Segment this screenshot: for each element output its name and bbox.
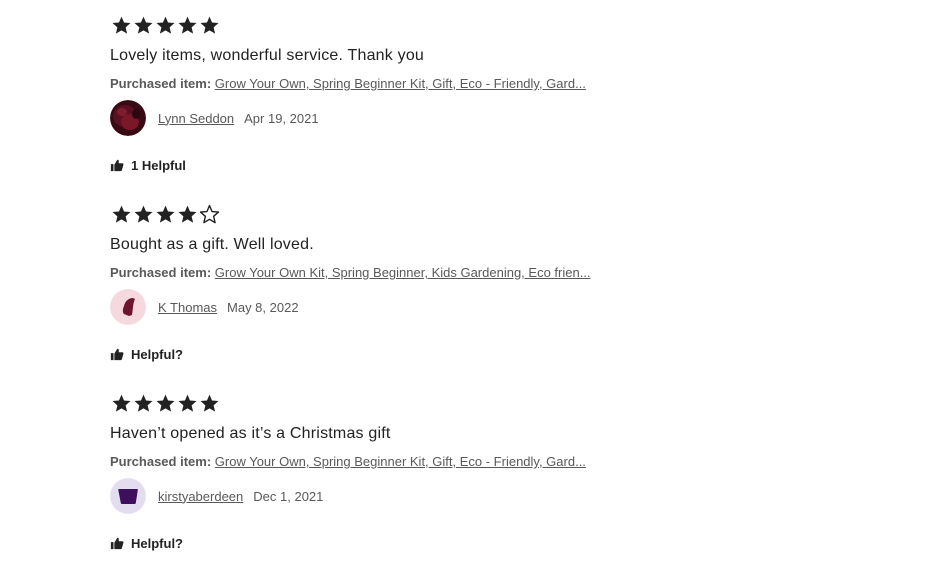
- purchased-item-label: Purchased item:: [110, 454, 212, 469]
- star-filled-icon: [176, 14, 198, 36]
- review-text: Bought as a gift. Well loved.: [110, 236, 314, 253]
- reviewer-name-link[interactable]: Lynn Seddon: [158, 111, 234, 126]
- star-empty-icon: [198, 203, 220, 225]
- thumbs-up-icon: [110, 536, 125, 551]
- avatar[interactable]: [110, 289, 146, 325]
- star-filled-icon: [132, 203, 154, 225]
- reviewer-info: kirstyaberdeen Dec 1, 2021: [110, 478, 810, 514]
- avatar[interactable]: [110, 478, 146, 514]
- review-date: May 8, 2022: [227, 299, 299, 315]
- review-date: Dec 1, 2021: [253, 488, 324, 504]
- review-date: Apr 19, 2021: [244, 110, 319, 126]
- star-filled-icon: [154, 392, 176, 414]
- reviewer-info: Lynn Seddon Apr 19, 2021: [110, 100, 810, 136]
- thumbs-up-icon: [110, 158, 125, 173]
- star-rating: [110, 201, 810, 227]
- review-card: Haven’t opened as it’s a Christmas gift …: [110, 390, 810, 552]
- star-filled-icon: [132, 392, 154, 414]
- purchased-item-label: Purchased item:: [110, 76, 212, 91]
- star-filled-icon: [110, 203, 132, 225]
- star-rating: [110, 390, 810, 416]
- star-filled-icon: [132, 14, 154, 36]
- star-filled-icon: [176, 392, 198, 414]
- purchased-item-line: Purchased item: Grow Your Own, Spring Be…: [110, 454, 810, 470]
- reviewer-info: K Thomas May 8, 2022: [110, 289, 810, 325]
- purchased-item-link[interactable]: Grow Your Own, Spring Beginner Kit, Gift…: [215, 454, 586, 469]
- review-text: Haven’t opened as it’s a Christmas gift: [110, 425, 391, 442]
- reviewer-name-link[interactable]: kirstyaberdeen: [158, 489, 243, 504]
- purchased-item-link[interactable]: Grow Your Own, Spring Beginner Kit, Gift…: [215, 76, 586, 91]
- helpful-label: Helpful?: [131, 346, 183, 362]
- helpful-button[interactable]: Helpful?: [110, 345, 810, 363]
- star-filled-icon: [154, 14, 176, 36]
- review-text: Lovely items, wonderful service. Thank y…: [110, 47, 425, 64]
- helpful-label: 1 Helpful: [131, 157, 186, 173]
- star-rating: [110, 12, 810, 38]
- purchased-item-label: Purchased item:: [110, 265, 212, 280]
- helpful-button[interactable]: 1 Helpful: [110, 156, 810, 174]
- review-card: Bought as a gift. Well loved. Purchased …: [110, 201, 810, 363]
- star-filled-icon: [110, 392, 132, 414]
- helpful-button[interactable]: Helpful?: [110, 534, 810, 552]
- purchased-item-link[interactable]: Grow Your Own Kit, Spring Beginner, Kids…: [215, 265, 591, 280]
- reviewer-name-link[interactable]: K Thomas: [158, 300, 217, 315]
- star-filled-icon: [198, 14, 220, 36]
- star-filled-icon: [176, 203, 198, 225]
- thumbs-up-icon: [110, 347, 125, 362]
- helpful-label: Helpful?: [131, 535, 183, 551]
- purchased-item-line: Purchased item: Grow Your Own, Spring Be…: [110, 76, 810, 92]
- star-filled-icon: [154, 203, 176, 225]
- star-filled-icon: [110, 14, 132, 36]
- star-filled-icon: [198, 392, 220, 414]
- review-card: Lovely items, wonderful service. Thank y…: [110, 12, 810, 174]
- purchased-item-line: Purchased item: Grow Your Own Kit, Sprin…: [110, 265, 810, 281]
- avatar[interactable]: [110, 100, 146, 136]
